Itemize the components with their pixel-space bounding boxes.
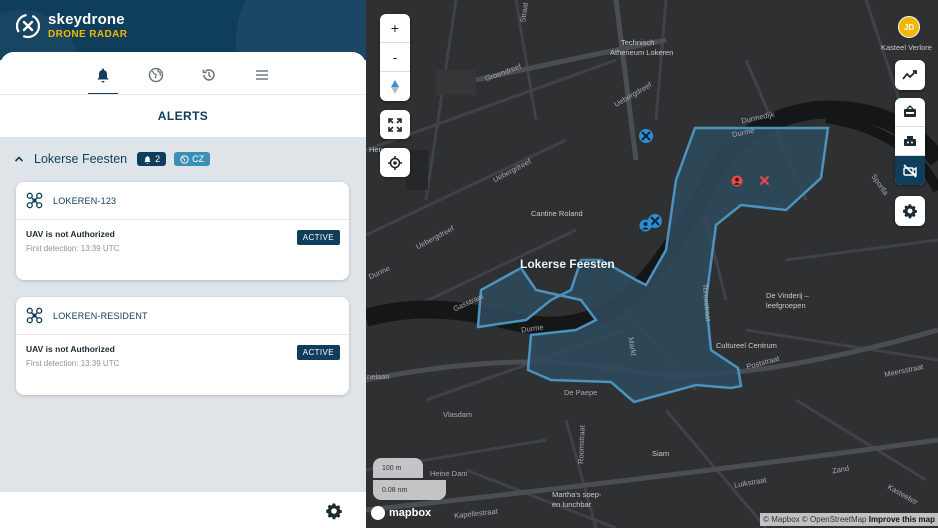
zoom-in-button[interactable]: + [380,14,410,43]
drone-icon [26,192,43,209]
zoom-controls: + - [380,14,410,101]
chevron-up-icon[interactable] [14,154,24,164]
alert-message: UAV is not Authorized [26,229,115,239]
alert-card-header: LOKEREN-RESIDENT [16,297,349,335]
panel-footer [0,492,366,528]
fullscreen-icon [388,117,402,132]
tab-bar [0,52,366,95]
analytics-button[interactable] [895,60,925,90]
map-street-label: De Paepe [564,388,598,397]
menu-icon [256,70,268,80]
zoom-out-button[interactable]: - [380,43,410,72]
region-badge: CZ [174,152,211,166]
scale-metric: 100 m [373,458,423,478]
drone-id: LOKEREN-RESIDENT [53,310,148,321]
brand-name: skeydrone [48,11,125,28]
locate-button[interactable] [380,148,410,177]
alert-count: 2 [155,154,161,164]
pilot-marker-icon[interactable] [639,219,652,232]
alert-group-name: Lokerse Feesten [34,152,128,166]
map-settings-button[interactable] [895,196,925,226]
map-attribution: © Mapbox © OpenStreetMap Improve this ma… [760,513,938,526]
scale-nautical: 0.08 nm [373,480,446,500]
map-street-label: Heine Dam [430,469,468,478]
video-off-icon [903,163,917,178]
map-poi-label: Cultureel Centrum [716,341,777,350]
skeydrone-logo-icon [15,13,41,39]
brand-product: DRONE RADAR [48,29,128,40]
alert-card-body: UAV is not Authorized First detection: 1… [16,220,349,280]
tab-airspace[interactable] [141,60,171,90]
map-street-label: Roomstraat [576,424,587,465]
compass-button[interactable] [380,72,410,101]
sensor-layer-button[interactable] [895,98,925,127]
globe-icon [148,67,164,83]
map-poi-label: Atheneum Lokeren [610,48,674,57]
alert-card[interactable]: LOKEREN-RESIDENT UAV is not Authorized F… [16,297,349,395]
alert-card-body: UAV is not Authorized First detection: 1… [16,335,349,395]
map-view[interactable]: Technisch Atheneum Lokeren Kasteel Verlo… [366,0,938,528]
fullscreen-button[interactable] [380,110,410,139]
tab-menu[interactable] [247,60,277,90]
gear-icon[interactable] [325,502,343,520]
radar-unit-icon [904,136,916,146]
drone-marker-icon[interactable] [638,128,654,144]
map-poi-label: Siam [652,449,670,458]
map-poi-label: Martha's soep- [552,490,602,499]
section-title: ALERTS [157,109,209,123]
mapbox-logo[interactable]: mapbox [371,506,431,520]
alert-detection-time: First detection: 13:39 UTC [26,359,120,368]
section-header: ALERTS [0,95,366,137]
radar-layer-button[interactable] [895,127,925,156]
tab-alerts[interactable] [88,60,118,95]
region-code: CZ [192,154,205,164]
alerts-panel: ALERTS Lokerse Feesten 2 CZ LOKEREN-123 … [0,52,366,528]
attribution-text: © Mapbox © OpenStreetMap [763,515,867,524]
drone-id: LOKEREN-123 [53,195,117,206]
mapbox-wordmark: mapbox [389,507,432,519]
alert-message: UAV is not Authorized [26,344,115,354]
drone-marker-icon[interactable] [758,174,771,187]
alert-card-header: LOKEREN-123 [16,182,349,220]
compass-icon [391,79,399,94]
map-poi-label: Cantine Roland [531,209,583,218]
history-icon [202,69,215,81]
brand-bar: skeydrone DRONE RADAR [0,0,366,60]
pilot-marker-icon[interactable] [731,175,743,187]
improve-map-link[interactable]: Improve this map [869,515,935,524]
map-street-label: Vlasdam [443,410,473,419]
map-poi-label: De Vinderij – [766,291,809,300]
bell-icon [97,68,109,83]
map-poi-label: Technisch [621,38,655,47]
layer-toolbar [895,98,925,185]
gear-icon [903,204,917,219]
status-badge[interactable]: ACTIVE [296,345,340,360]
drone-icon [26,307,43,324]
receiver-icon [904,105,916,117]
alert-card[interactable]: LOKEREN-123 UAV is not Authorized First … [16,182,349,280]
alert-group-header[interactable]: Lokerse Feesten 2 CZ [14,150,218,168]
locate-icon [388,155,402,170]
status-badge[interactable]: ACTIVE [296,230,340,245]
map-street-label: nelaan [367,372,390,381]
trend-chart-icon [902,70,917,80]
map-poi-label: en lunchbar [552,500,592,509]
alert-detection-time: First detection: 13:39 UTC [26,244,120,253]
map-poi-label: Kasteel Verlore [881,43,932,52]
bell-icon [144,155,151,164]
map-poi-label: leefgroepen [766,301,806,310]
zone-label[interactable]: Lokerse Feesten [520,257,615,271]
video-off-toggle[interactable] [895,156,925,185]
tab-history[interactable] [194,60,224,90]
globe-icon [180,154,189,164]
user-avatar[interactable]: JD [898,16,920,38]
mapbox-logo-icon [371,506,385,520]
alert-count-badge: 2 [137,152,167,166]
alerts-sidebar: skeydrone DRONE RADAR ALERTS Lokerse Fee… [0,0,366,528]
